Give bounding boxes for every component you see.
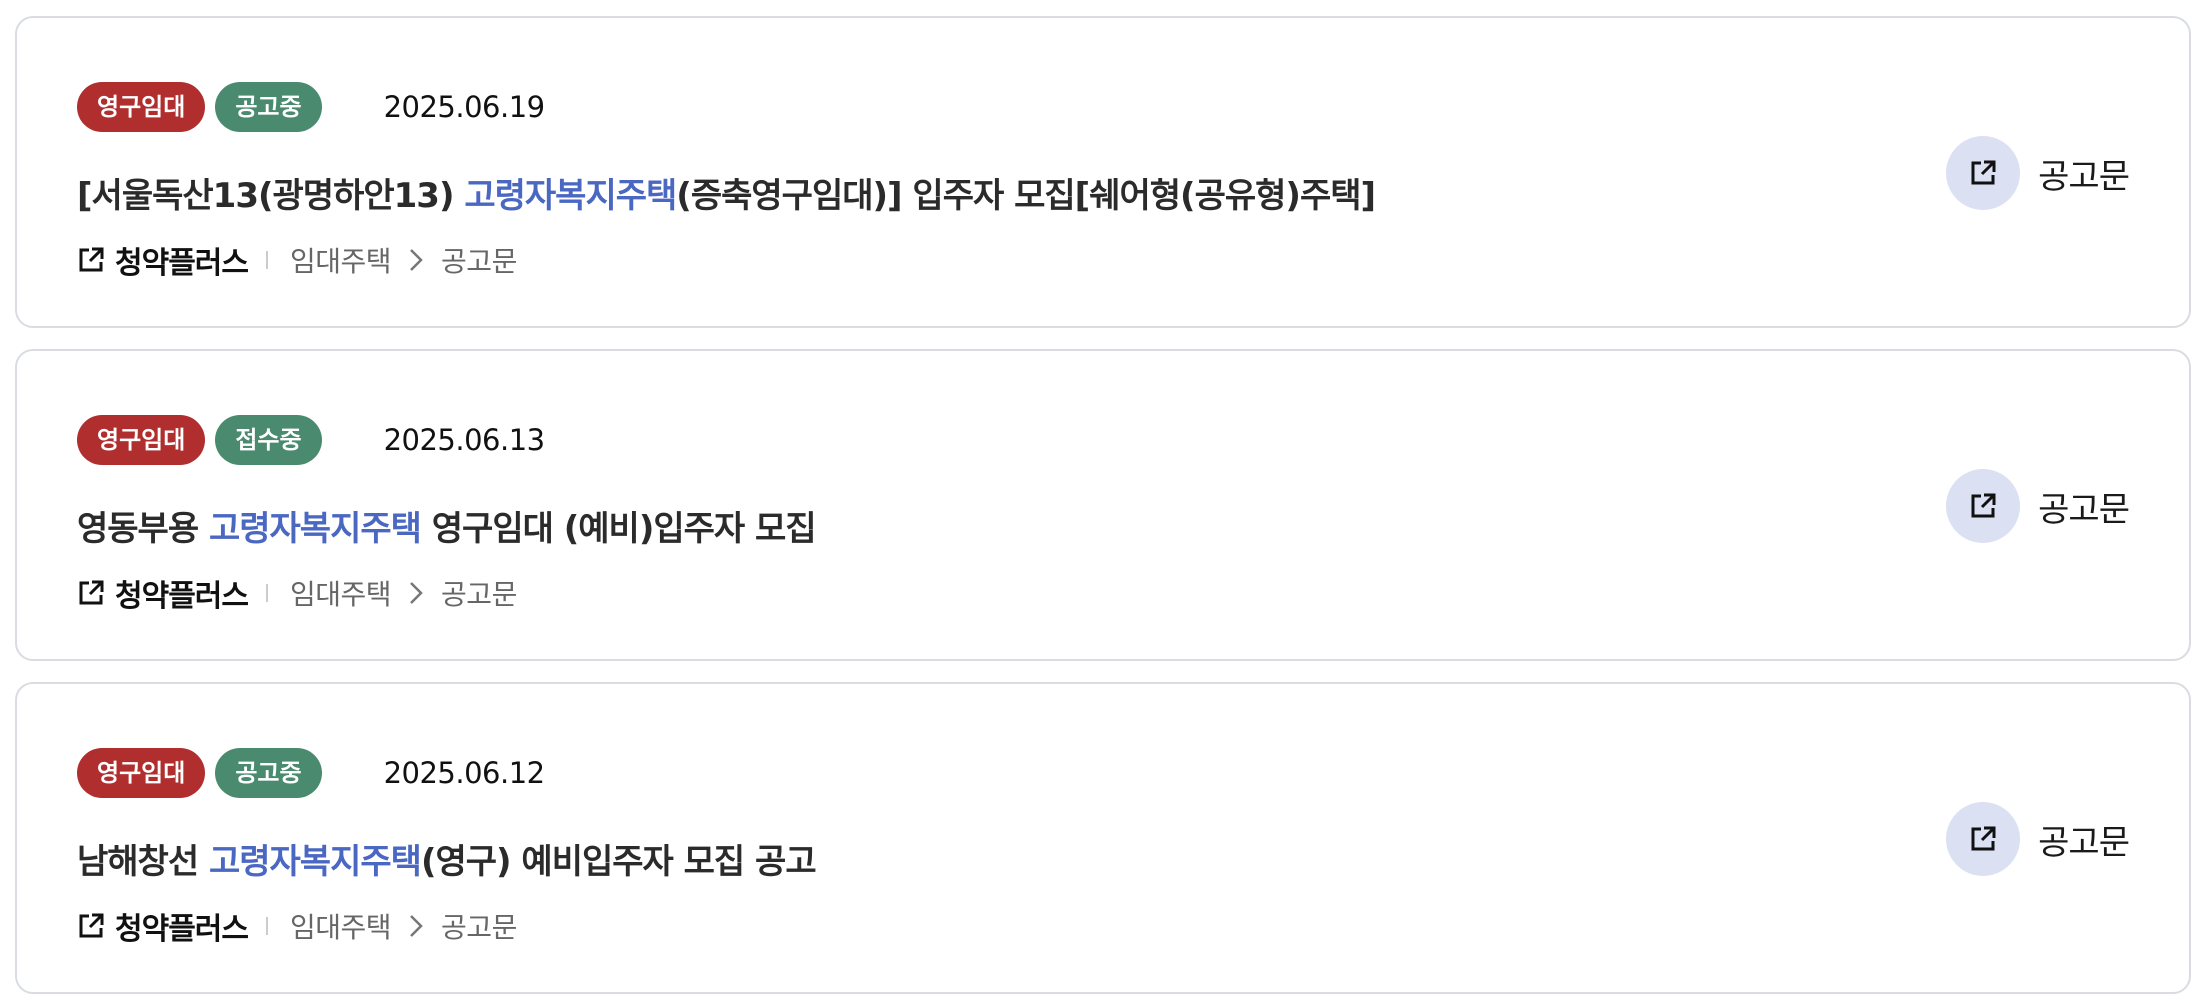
notice-list: 영구임대 공고중 2025.06.19 [서울독산13(광명하안13) 고령자복… (15, 16, 2191, 994)
notice-status-badge: 공고중 (215, 748, 322, 798)
divider (266, 251, 268, 269)
external-link-icon[interactable] (77, 912, 105, 940)
notice-card[interactable]: 영구임대 공고중 2025.06.12 남해창선 고령자복지주택(영구) 예비입… (15, 682, 2191, 994)
notice-button-label: 공고문 (2038, 489, 2130, 530)
source-link[interactable]: 청약플러스 (115, 904, 249, 948)
notice-meta: 영구임대 공고중 2025.06.12 (77, 747, 545, 799)
notice-button-label: 공고문 (2038, 822, 2130, 863)
external-link-icon[interactable] (77, 246, 105, 274)
source-link[interactable]: 청약플러스 (115, 238, 249, 282)
notice-status-badge: 공고중 (215, 82, 322, 132)
notice-title-suffix: 영구임대 (예비)입주자 모집 (420, 509, 817, 549)
notice-title-suffix: (증축영구임대)] 입주자 모집[쉐어형(공유형)주택] (676, 176, 1376, 216)
notice-card[interactable]: 영구임대 공고중 2025.06.19 [서울독산13(광명하안13) 고령자복… (15, 16, 2191, 328)
external-link-icon (1971, 160, 1996, 185)
open-notice-button[interactable]: 공고문 (1946, 135, 2130, 211)
external-link-icon[interactable] (77, 579, 105, 607)
notice-icon-circle (1946, 802, 2021, 876)
notice-title-highlight: 고령자복지주택 (208, 509, 422, 549)
notice-card[interactable]: 영구임대 접수중 2025.06.13 영동부용 고령자복지주택 영구임대 (예… (15, 349, 2191, 661)
notice-button-label: 공고문 (2038, 156, 2130, 197)
notice-title-prefix: 영동부용 (77, 509, 209, 549)
notice-date: 2025.06.12 (383, 756, 546, 790)
notice-icon-circle (1946, 469, 2021, 543)
breadcrumb-page: 공고문 (441, 911, 517, 944)
notice-status-badge: 접수중 (215, 415, 322, 465)
notice-title-prefix: [서울독산13(광명하안13) (77, 176, 465, 216)
source-breadcrumb: 청약플러스 임대주택 공고문 (77, 904, 517, 948)
breadcrumb-page: 공고문 (441, 245, 517, 278)
notice-title-highlight: 고령자복지주택 (208, 842, 422, 882)
breadcrumb-category: 임대주택 (290, 578, 392, 611)
notice-meta: 영구임대 공고중 2025.06.19 (77, 81, 545, 133)
notice-title[interactable]: [서울독산13(광명하안13) 고령자복지주택(증축영구임대)] 입주자 모집[… (77, 168, 1376, 217)
chevron-right-icon (410, 249, 423, 271)
source-breadcrumb: 청약플러스 임대주택 공고문 (77, 238, 517, 282)
housing-type-badge: 영구임대 (77, 415, 206, 465)
source-link[interactable]: 청약플러스 (115, 571, 249, 615)
chevron-right-icon (410, 582, 423, 604)
divider (266, 584, 268, 602)
notice-title[interactable]: 영동부용 고령자복지주택 영구임대 (예비)입주자 모집 (77, 501, 817, 550)
notice-title-suffix: (영구) 예비입주자 모집 공고 (420, 842, 817, 882)
housing-type-badge: 영구임대 (77, 82, 206, 132)
notice-title[interactable]: 남해창선 고령자복지주택(영구) 예비입주자 모집 공고 (77, 834, 817, 883)
notice-date: 2025.06.13 (383, 423, 546, 457)
notice-date: 2025.06.19 (383, 90, 546, 124)
notice-meta: 영구임대 접수중 2025.06.13 (77, 414, 545, 466)
breadcrumb-category: 임대주택 (290, 911, 392, 944)
open-notice-button[interactable]: 공고문 (1946, 801, 2130, 877)
notice-title-prefix: 남해창선 (77, 842, 209, 882)
external-link-icon (1971, 493, 1996, 518)
breadcrumb-page: 공고문 (441, 578, 517, 611)
source-breadcrumb: 청약플러스 임대주택 공고문 (77, 571, 517, 615)
breadcrumb-category: 임대주택 (290, 245, 392, 278)
open-notice-button[interactable]: 공고문 (1946, 468, 2130, 544)
housing-type-badge: 영구임대 (77, 748, 206, 798)
notice-title-highlight: 고령자복지주택 (464, 176, 677, 216)
external-link-icon (1971, 826, 1996, 851)
notice-icon-circle (1946, 136, 2021, 210)
chevron-right-icon (410, 915, 423, 937)
divider (266, 917, 268, 935)
